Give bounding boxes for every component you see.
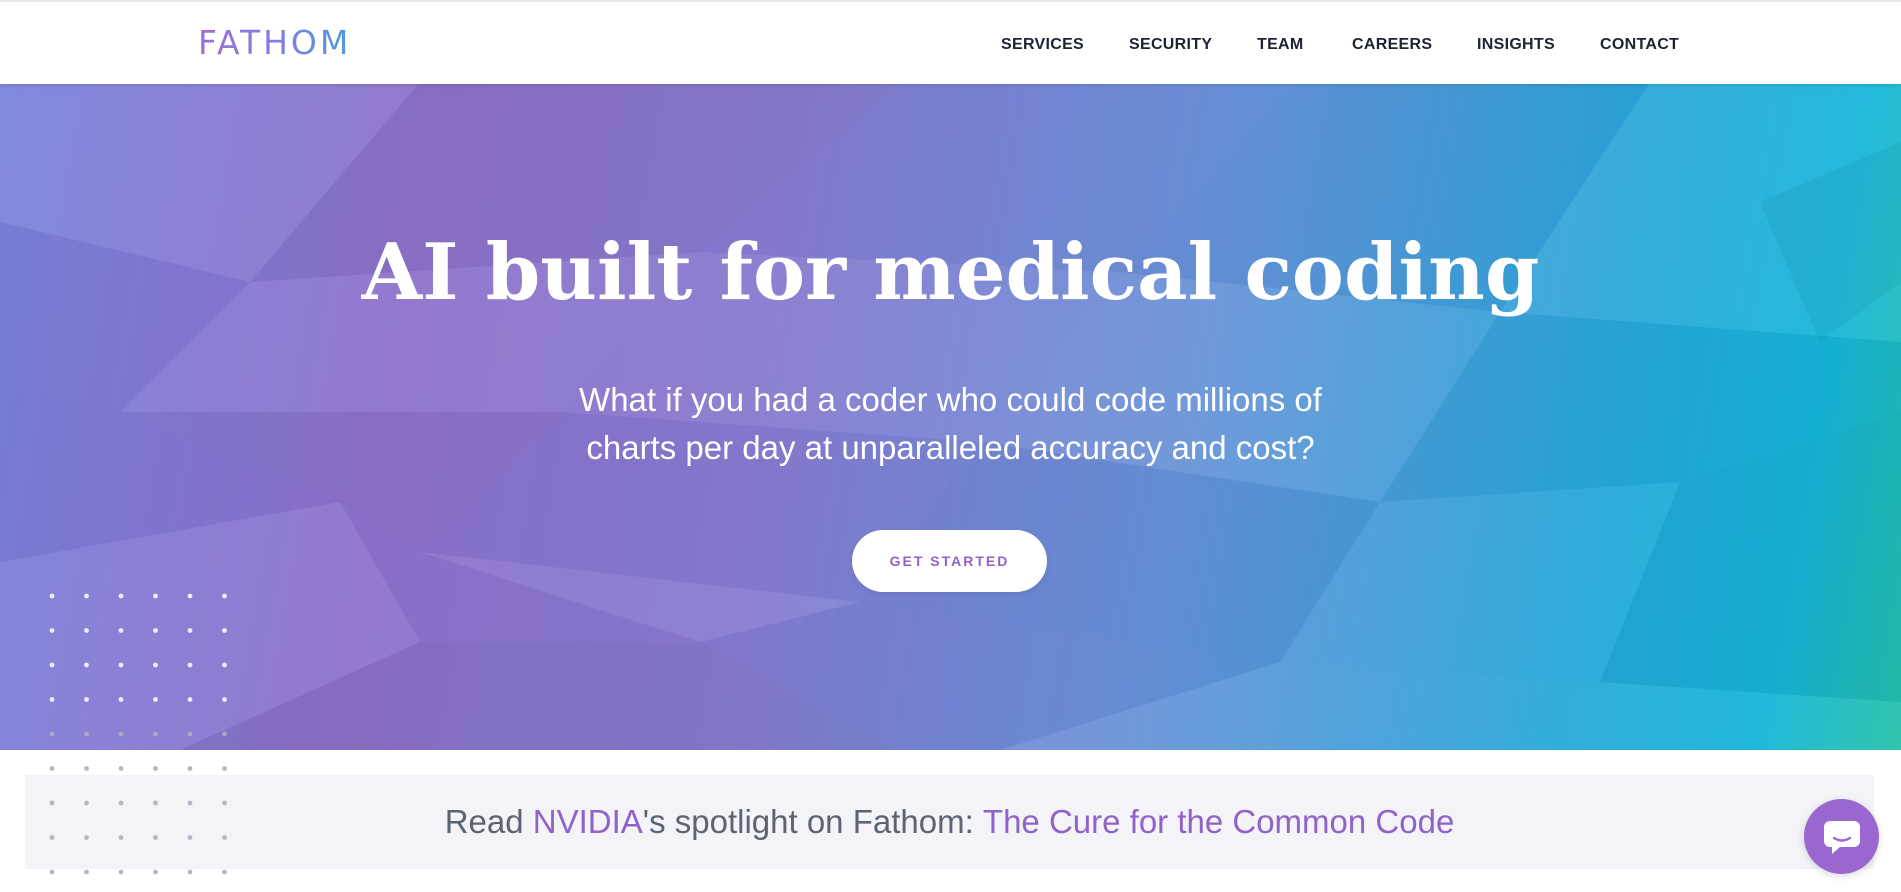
decorative-dot bbox=[187, 731, 193, 737]
decorative-dot bbox=[153, 869, 158, 875]
decorative-dot bbox=[49, 697, 55, 702]
decorative-dot bbox=[153, 800, 158, 806]
decorative-dot bbox=[187, 697, 193, 702]
decorative-dot bbox=[118, 869, 124, 875]
decorative-dot bbox=[49, 731, 55, 737]
decorative-dot bbox=[84, 662, 89, 668]
decorative-dot bbox=[118, 628, 124, 633]
decorative-dot bbox=[153, 766, 158, 771]
decorative-dot bbox=[187, 835, 193, 840]
decorative-dot bbox=[222, 628, 227, 633]
hero-subheadline-line-1: What if you had a coder who could code m… bbox=[579, 381, 1322, 418]
decorative-dot bbox=[118, 731, 124, 737]
decorative-dot bbox=[153, 593, 158, 599]
hero-headline: AI built for medical coding bbox=[361, 227, 1540, 318]
nav-team[interactable]: TEAM bbox=[1257, 36, 1304, 54]
decorative-dot bbox=[222, 800, 227, 806]
get-started-button[interactable]: GET STARTED bbox=[852, 530, 1047, 592]
decorative-dot bbox=[118, 697, 124, 702]
decorative-dot bbox=[153, 731, 158, 737]
decorative-dot bbox=[49, 800, 55, 806]
decorative-dot bbox=[153, 628, 158, 633]
decorative-dot bbox=[118, 835, 124, 840]
decorative-dot bbox=[49, 835, 55, 840]
chat-widget-button[interactable] bbox=[1804, 799, 1879, 874]
decorative-dot bbox=[118, 766, 124, 771]
article-link[interactable]: The Cure for the Common Code bbox=[983, 803, 1454, 841]
decorative-dot bbox=[84, 835, 89, 840]
decorative-dot bbox=[222, 731, 227, 737]
chat-bubble-icon bbox=[1823, 820, 1860, 854]
decorative-dot bbox=[49, 869, 55, 875]
decorative-dot bbox=[49, 593, 55, 599]
decorative-dot bbox=[84, 731, 89, 737]
decorative-dot bbox=[222, 835, 227, 840]
dot-grid-decoration bbox=[49, 593, 227, 875]
decorative-dot bbox=[84, 697, 89, 702]
decorative-dot bbox=[49, 766, 55, 771]
spotlight-prefix: Read bbox=[444, 803, 533, 840]
fathom-logo[interactable]: FATHOM bbox=[198, 26, 351, 59]
decorative-dot bbox=[222, 593, 227, 599]
decorative-dot bbox=[118, 800, 124, 806]
spotlight-middle: 's spotlight on Fathom: bbox=[642, 803, 983, 840]
decorative-dot bbox=[187, 593, 193, 599]
site-header: FATHOM SERVICES SECURITY TEAM CAREERS IN… bbox=[0, 0, 1901, 84]
hero-subheadline: What if you had a coder who could code m… bbox=[0, 376, 1901, 472]
decorative-dot bbox=[187, 766, 193, 771]
decorative-dot bbox=[222, 766, 227, 771]
decorative-dot bbox=[187, 869, 193, 875]
decorative-dot bbox=[222, 662, 227, 668]
decorative-dot bbox=[49, 628, 55, 633]
decorative-dot bbox=[153, 662, 158, 668]
nav-insights[interactable]: INSIGHTS bbox=[1477, 36, 1555, 54]
nav-contact[interactable]: CONTACT bbox=[1600, 36, 1679, 54]
decorative-dot bbox=[84, 593, 89, 599]
decorative-dot bbox=[84, 869, 89, 875]
decorative-dot bbox=[153, 835, 158, 840]
decorative-dot bbox=[84, 766, 89, 771]
decorative-dot bbox=[187, 662, 193, 668]
decorative-dot bbox=[187, 628, 193, 633]
decorative-dot bbox=[187, 800, 193, 806]
decorative-dot bbox=[84, 628, 89, 633]
nav-careers[interactable]: CAREERS bbox=[1352, 36, 1432, 54]
decorative-dot bbox=[222, 869, 227, 875]
nvidia-link[interactable]: NVIDIA bbox=[533, 803, 643, 841]
hero-section: AI built for medical coding What if you … bbox=[0, 82, 1901, 750]
decorative-dot bbox=[49, 662, 55, 668]
decorative-dot bbox=[153, 697, 158, 702]
nvidia-spotlight-banner: Read NVIDIA 's spotlight on Fathom: The … bbox=[25, 775, 1874, 869]
decorative-dot bbox=[222, 697, 227, 702]
nav-services[interactable]: SERVICES bbox=[1001, 36, 1084, 54]
decorative-dot bbox=[118, 593, 124, 599]
nav-security[interactable]: SECURITY bbox=[1129, 36, 1212, 54]
decorative-dot bbox=[118, 662, 124, 668]
decorative-dot bbox=[84, 800, 89, 806]
page: FATHOM SERVICES SECURITY TEAM CAREERS IN… bbox=[0, 0, 1901, 892]
hero-subheadline-line-2: charts per day at unparalleled accuracy … bbox=[586, 429, 1315, 466]
